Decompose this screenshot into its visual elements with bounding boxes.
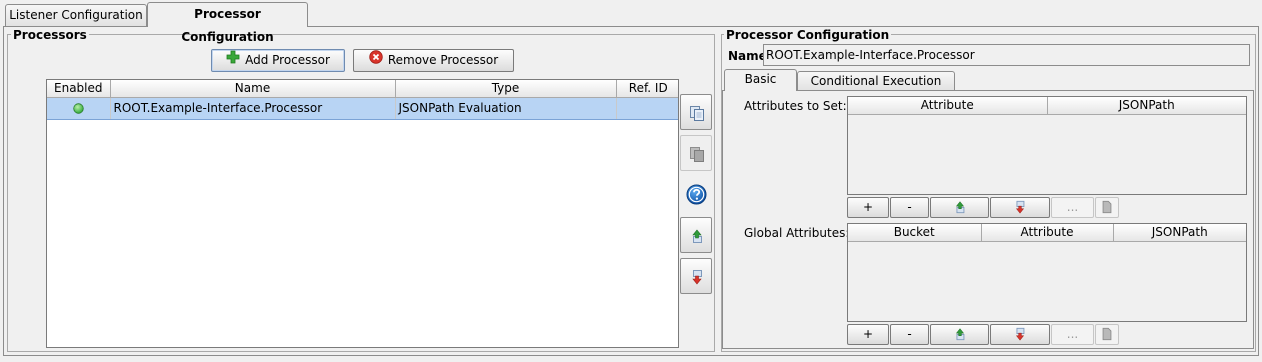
attributes-move-down-button[interactable]	[990, 197, 1050, 218]
column-header-jsonpath[interactable]: JSONPath	[1047, 97, 1246, 115]
tab-basic[interactable]: Basic	[724, 69, 797, 91]
column-header-name[interactable]: Name	[110, 80, 396, 98]
attributes-table-header: Attribute JSONPath	[848, 97, 1246, 115]
column-header-jsonpath[interactable]: JSONPath	[1113, 224, 1246, 242]
tab-listener-configuration[interactable]: Listener Configuration	[5, 4, 147, 27]
move-down-icon	[1015, 327, 1025, 341]
enabled-status-icon	[73, 103, 84, 114]
table-row[interactable]: ROOT.Example-Interface.Processor JSONPat…	[47, 96, 678, 120]
attributes-remove-button[interactable]: -	[890, 197, 929, 218]
processors-table[interactable]: Enabled Name Type Ref. ID ROOT.Example-I…	[46, 79, 679, 348]
help-button[interactable]	[686, 184, 707, 205]
add-processor-label: Add Processor	[245, 53, 330, 67]
move-down-icon	[692, 270, 702, 285]
enabled-cell[interactable]	[47, 96, 111, 120]
help-icon	[686, 184, 707, 205]
processor-type-cell[interactable]: JSONPath Evaluation	[395, 96, 617, 120]
global-attributes-table[interactable]: Bucket Attribute JSONPath	[847, 223, 1247, 322]
add-icon	[226, 50, 240, 70]
move-down-icon	[1015, 200, 1025, 214]
column-header-bucket[interactable]: Bucket	[848, 224, 982, 242]
column-header-type[interactable]: Type	[395, 80, 617, 98]
processor-ref-id-cell[interactable]	[616, 96, 678, 120]
attributes-add-button[interactable]: +	[847, 197, 889, 218]
column-header-ref-id[interactable]: Ref. ID	[616, 80, 678, 98]
global-paste-button[interactable]	[1095, 324, 1119, 345]
processor-name-cell[interactable]: ROOT.Example-Interface.Processor	[110, 96, 396, 120]
attributes-paste-button[interactable]	[1095, 197, 1119, 218]
move-down-button[interactable]	[680, 258, 712, 294]
column-header-enabled[interactable]: Enabled	[47, 80, 111, 98]
paste-icon	[690, 147, 704, 162]
copy-icon	[690, 106, 704, 121]
global-remove-button[interactable]: -	[890, 324, 929, 345]
processors-table-header: Enabled Name Type Ref. ID	[47, 80, 678, 98]
processor-name-field[interactable]: ROOT.Example-Interface.Processor	[763, 44, 1250, 66]
tab-processor-configuration[interactable]: Processor Configuration	[147, 2, 308, 44]
attributes-to-set-table[interactable]: Attribute JSONPath	[847, 96, 1247, 195]
column-header-attribute[interactable]: Attribute	[848, 97, 1048, 115]
tab-conditional-execution[interactable]: Conditional Execution	[797, 71, 955, 91]
column-header-attribute[interactable]: Attribute	[981, 224, 1114, 242]
move-up-button[interactable]	[680, 217, 712, 253]
global-attributes-table-header: Bucket Attribute JSONPath	[848, 224, 1246, 242]
move-up-icon	[955, 201, 964, 214]
global-move-up-button[interactable]	[930, 324, 989, 345]
remove-processor-button[interactable]: Remove Processor	[353, 49, 514, 72]
add-processor-button[interactable]: Add Processor	[211, 49, 345, 72]
move-up-icon	[692, 229, 702, 243]
move-up-icon	[955, 328, 964, 341]
attributes-move-up-button[interactable]	[930, 197, 989, 218]
document-icon	[1102, 327, 1112, 341]
paste-processor-button[interactable]	[680, 135, 712, 171]
global-add-button[interactable]: +	[847, 324, 889, 345]
global-move-down-button[interactable]	[990, 324, 1050, 345]
processor-configuration-title: Processor Configuration	[724, 28, 892, 42]
document-icon	[1102, 200, 1112, 214]
global-attributes-label: Global Attributes:	[744, 226, 850, 240]
attributes-to-set-label: Attributes to Set:	[744, 99, 847, 113]
global-more-button[interactable]: ...	[1051, 324, 1094, 345]
processors-group-title: Processors	[11, 28, 89, 42]
copy-processor-button[interactable]	[680, 94, 712, 130]
remove-icon	[369, 49, 383, 70]
attributes-more-button[interactable]: ...	[1051, 197, 1094, 218]
remove-processor-label: Remove Processor	[387, 53, 499, 67]
